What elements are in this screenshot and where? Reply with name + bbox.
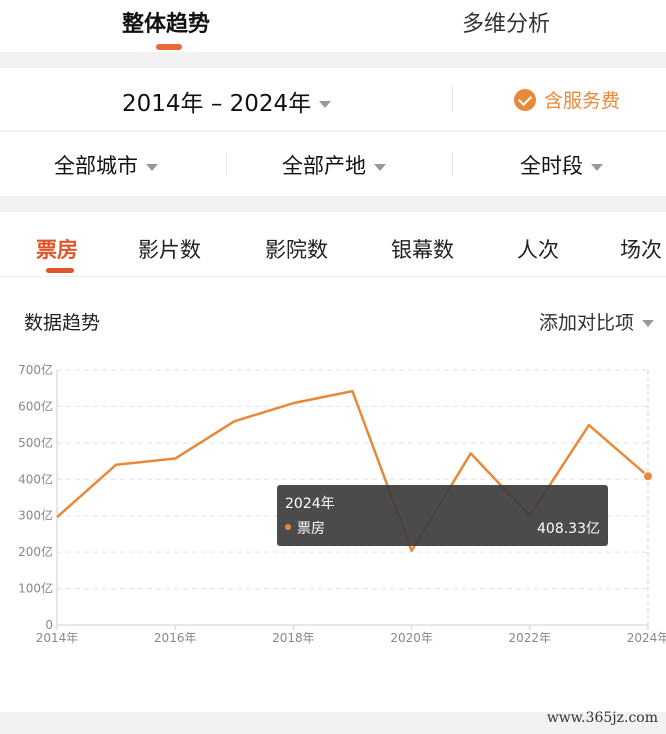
origin-filter-label: 全部产地 <box>282 154 366 178</box>
chart-tooltip: 2024年 票房 408.33亿 <box>277 485 608 546</box>
service-fee-label: 含服务费 <box>544 90 621 112</box>
main-panel: 票房 影片数 影院数 银幕数 人次 场次 数据趋势 添加对比项 0 100亿 200… <box>0 212 666 712</box>
tab-screenings[interactable]: 场次 <box>620 234 662 264</box>
year-range-label: 2014年 – 2024年 <box>122 91 312 117</box>
y-tick-label: 200亿 <box>18 544 53 559</box>
y-tick-label: 0 <box>45 618 53 632</box>
service-fee-toggle[interactable]: 含服务费 <box>514 86 620 113</box>
tooltip-value: 408.33亿 <box>537 521 600 537</box>
active-tab-indicator <box>156 44 182 50</box>
city-filter-label: 全部城市 <box>54 154 138 178</box>
check-circle-icon <box>514 88 536 111</box>
x-tick-label: 2016年 <box>154 631 197 645</box>
period-filter-label: 全时段 <box>520 154 583 178</box>
add-compare-dropdown[interactable]: 添加对比项 <box>539 308 654 335</box>
chevron-down-icon <box>146 163 158 171</box>
x-tick-label: 2014年 <box>36 631 79 645</box>
watermark: www.365jz.com <box>546 710 658 726</box>
tab-attendance[interactable]: 人次 <box>517 234 559 264</box>
chevron-down-icon <box>642 320 654 327</box>
tooltip-series-name: 票房 <box>297 521 325 537</box>
tab-film-count[interactable]: 影片数 <box>138 234 201 264</box>
year-range-row: 2014年 – 2024年 含服务费 <box>0 68 666 130</box>
tab-overall-trend[interactable]: 整体趋势 <box>122 6 210 38</box>
chevron-down-icon <box>319 101 332 108</box>
y-tick-label: 600亿 <box>18 398 53 413</box>
tab-screen-count[interactable]: 银幕数 <box>391 234 454 264</box>
chevron-down-icon <box>591 163 603 171</box>
divider <box>226 152 227 176</box>
y-tick-label: 700亿 <box>18 362 53 377</box>
divider <box>452 86 453 112</box>
section-title: 数据趋势 <box>24 312 101 334</box>
x-tick-label: 2018年 <box>272 631 315 645</box>
x-tick-label: 2024年 <box>627 631 666 645</box>
y-tick-label: 400亿 <box>18 471 53 486</box>
city-filter-dropdown[interactable]: 全部城市 <box>54 150 158 180</box>
y-tick-label: 100亿 <box>18 581 53 596</box>
filter-row: 全部城市 全部产地 全时段 <box>0 132 666 196</box>
x-tick-label: 2022年 <box>509 631 552 645</box>
tab-cinema-count[interactable]: 影院数 <box>265 234 328 264</box>
top-tab-bar: 整体趋势 多维分析 <box>0 0 666 52</box>
y-tick-label: 500亿 <box>18 435 53 450</box>
chevron-down-icon <box>374 163 386 171</box>
divider <box>452 152 453 176</box>
period-filter-dropdown[interactable]: 全时段 <box>520 150 603 180</box>
tooltip-title: 2024年 <box>285 496 335 512</box>
y-tick-label: 300亿 <box>18 508 53 523</box>
series-dot <box>285 524 291 530</box>
tab-box-office[interactable]: 票房 <box>36 234 78 264</box>
year-range-dropdown[interactable]: 2014年 – 2024年 <box>122 84 332 118</box>
origin-filter-dropdown[interactable]: 全部产地 <box>282 150 386 180</box>
active-metric-indicator <box>46 268 74 273</box>
divider <box>0 276 666 277</box>
x-tick-label: 2020年 <box>390 631 433 645</box>
highlight-point <box>643 471 653 482</box>
tab-multi-analysis[interactable]: 多维分析 <box>462 6 550 38</box>
add-compare-label: 添加对比项 <box>538 312 634 334</box>
